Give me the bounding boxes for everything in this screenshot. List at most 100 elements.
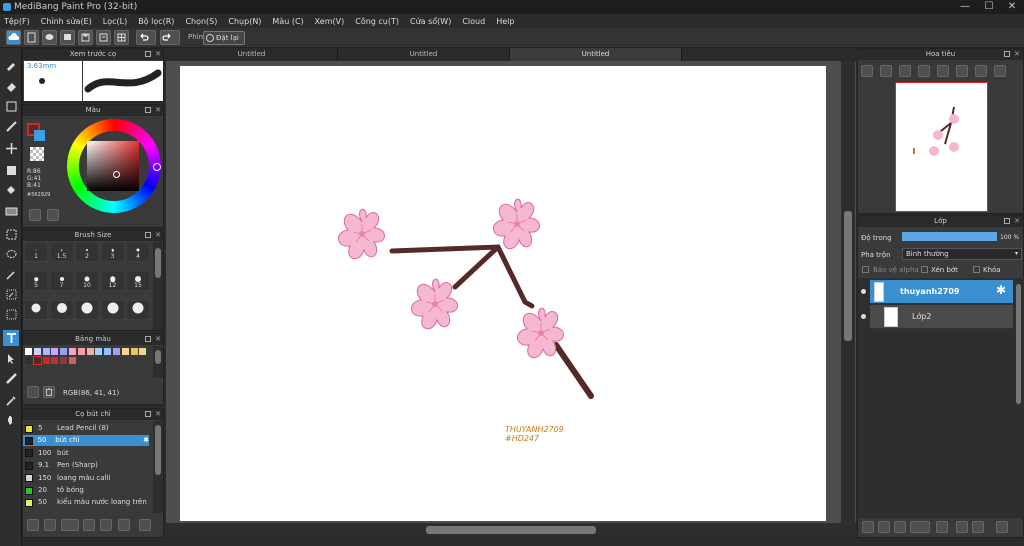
canvas-vertical-scrollbar[interactable]	[841, 61, 855, 523]
brush-size-cell[interactable]: 7	[49, 271, 74, 291]
tool-brush[interactable]	[3, 56, 19, 72]
brush-menu-button[interactable]	[61, 519, 79, 531]
menu-tools[interactable]: Công cụ(T)	[355, 17, 399, 26]
layer-visibility-icon[interactable]	[861, 289, 866, 294]
rotate-left-button[interactable]	[937, 65, 949, 77]
palette-swatch[interactable]	[42, 348, 50, 355]
layer-scrollbar[interactable]	[1014, 280, 1023, 516]
tool-move[interactable]	[3, 140, 19, 156]
brush-list-item[interactable]: 50 bút chì ✱	[23, 435, 149, 447]
share-button[interactable]	[60, 30, 75, 45]
brush-size-scrollbar[interactable]	[153, 242, 163, 330]
tool-gradient[interactable]	[3, 203, 19, 219]
palette-swatch[interactable]	[60, 348, 68, 355]
palette-swatch[interactable]	[42, 357, 50, 364]
redo-button[interactable]	[160, 30, 180, 45]
brush-list-item[interactable]: 50 kiểu màu nước loang trên	[23, 497, 149, 508]
close-icon[interactable]: ✕	[155, 334, 161, 343]
canvas-paper[interactable]: THUYANH2709 #HD247	[180, 66, 826, 521]
layer-delete-button[interactable]	[996, 521, 1008, 533]
brush-size-cell[interactable]	[75, 300, 99, 320]
tool-divide[interactable]	[3, 370, 19, 386]
tool-select-eraser[interactable]	[3, 306, 19, 322]
close-icon[interactable]: ✕	[155, 230, 161, 239]
tab-untitled-2[interactable]: Untitled	[338, 48, 510, 61]
palette-add-button[interactable]	[29, 209, 41, 221]
brush-settings-button[interactable]	[118, 519, 130, 531]
canvas-horizontal-scrollbar[interactable]	[166, 523, 856, 537]
palette-delete-button[interactable]	[43, 386, 55, 398]
tool-lasso[interactable]	[3, 246, 19, 262]
opacity-slider[interactable]	[902, 232, 997, 241]
brush-delete-button[interactable]	[139, 519, 151, 531]
layer-add-button[interactable]	[862, 521, 874, 533]
brush-size-cell[interactable]: 5	[24, 271, 48, 291]
export-button[interactable]	[96, 30, 111, 45]
protect-alpha-checkbox[interactable]	[862, 266, 869, 273]
saturation-value-square[interactable]	[87, 141, 139, 191]
palette-swatch[interactable]	[69, 357, 76, 364]
palette-swatch[interactable]	[51, 348, 59, 355]
palette-swatch[interactable]	[32, 356, 42, 365]
menu-snap[interactable]: Chụp(N)	[228, 17, 261, 26]
tab-untitled-3[interactable]: Untitled	[510, 48, 682, 61]
expand-icon[interactable]	[145, 107, 151, 113]
layer-visibility-icon[interactable]	[861, 314, 866, 319]
brush-add-button[interactable]	[27, 519, 39, 531]
navigator-thumbnail[interactable]	[895, 82, 988, 212]
palette-swatch[interactable]	[51, 357, 59, 364]
rotate-reset-button[interactable]	[956, 65, 968, 77]
brush-size-cell[interactable]: 2	[75, 242, 99, 262]
close-icon[interactable]: ✕	[155, 49, 161, 58]
save-button[interactable]	[78, 30, 93, 45]
brush-list-item[interactable]: 150 loang màu calli	[23, 473, 149, 484]
brush-size-cell[interactable]	[24, 300, 48, 320]
tool-magic-wand[interactable]	[3, 266, 19, 282]
brush-list-item[interactable]: 9.1 Pen (Sharp)	[23, 460, 149, 471]
tool-select-pen[interactable]	[3, 286, 19, 302]
menu-file[interactable]: Tệp(F)	[4, 17, 30, 26]
palette-swatch[interactable]	[95, 348, 103, 355]
layer-add-halftone-button[interactable]	[878, 521, 890, 533]
new-file-button[interactable]	[24, 30, 39, 45]
tool-text[interactable]	[3, 330, 19, 346]
palette-swatch[interactable]	[104, 348, 112, 355]
palette-scrollbar[interactable]	[153, 346, 163, 378]
expand-icon[interactable]	[1004, 218, 1010, 224]
layer-row-lop2[interactable]: Lớp2	[861, 305, 1013, 329]
brush-size-cell[interactable]: 15	[126, 271, 150, 291]
reset-button[interactable]: Đặt lại	[203, 31, 245, 45]
palette-swatch[interactable]	[77, 348, 85, 355]
tool-operation[interactable]	[3, 350, 19, 366]
transparent-color-swatch[interactable]	[30, 147, 44, 161]
secondary-color-swatch[interactable]	[34, 130, 45, 141]
brush-folder-button[interactable]	[100, 519, 112, 531]
layer-menu-button[interactable]	[910, 521, 930, 533]
expand-icon[interactable]	[145, 336, 151, 342]
brush-size-cell[interactable]: 3	[100, 242, 125, 262]
brush-list-scrollbar[interactable]	[153, 421, 163, 513]
close-icon[interactable]: ✕	[155, 105, 161, 114]
tool-dot[interactable]	[3, 98, 19, 114]
expand-icon[interactable]	[145, 232, 151, 238]
palette-swatch[interactable]	[25, 348, 32, 355]
layer-duplicate-button[interactable]	[956, 521, 968, 533]
hue-ring[interactable]	[67, 119, 161, 213]
layer-folder-button[interactable]	[936, 521, 948, 533]
brush-size-cell[interactable]: 10	[75, 271, 99, 291]
brush-size-cell[interactable]	[126, 300, 150, 320]
menu-view[interactable]: Xem(V)	[315, 17, 345, 26]
brush-size-cell[interactable]: 1.5	[49, 242, 74, 262]
layer-add-8bit-button[interactable]	[894, 521, 906, 533]
gear-icon[interactable]: ✱	[996, 283, 1006, 297]
menu-help[interactable]: Help	[496, 17, 514, 26]
rotate-right-button[interactable]	[975, 65, 987, 77]
expand-icon[interactable]	[145, 411, 151, 417]
tool-hand[interactable]	[3, 412, 19, 428]
palette-swatch[interactable]	[139, 348, 147, 355]
brush-size-cell[interactable]	[49, 300, 74, 320]
brush-list-item[interactable]: 20 tô bóng	[23, 485, 149, 496]
palette-swatch[interactable]	[69, 348, 76, 355]
open-button[interactable]	[42, 30, 57, 45]
hue-cursor[interactable]	[153, 163, 161, 171]
